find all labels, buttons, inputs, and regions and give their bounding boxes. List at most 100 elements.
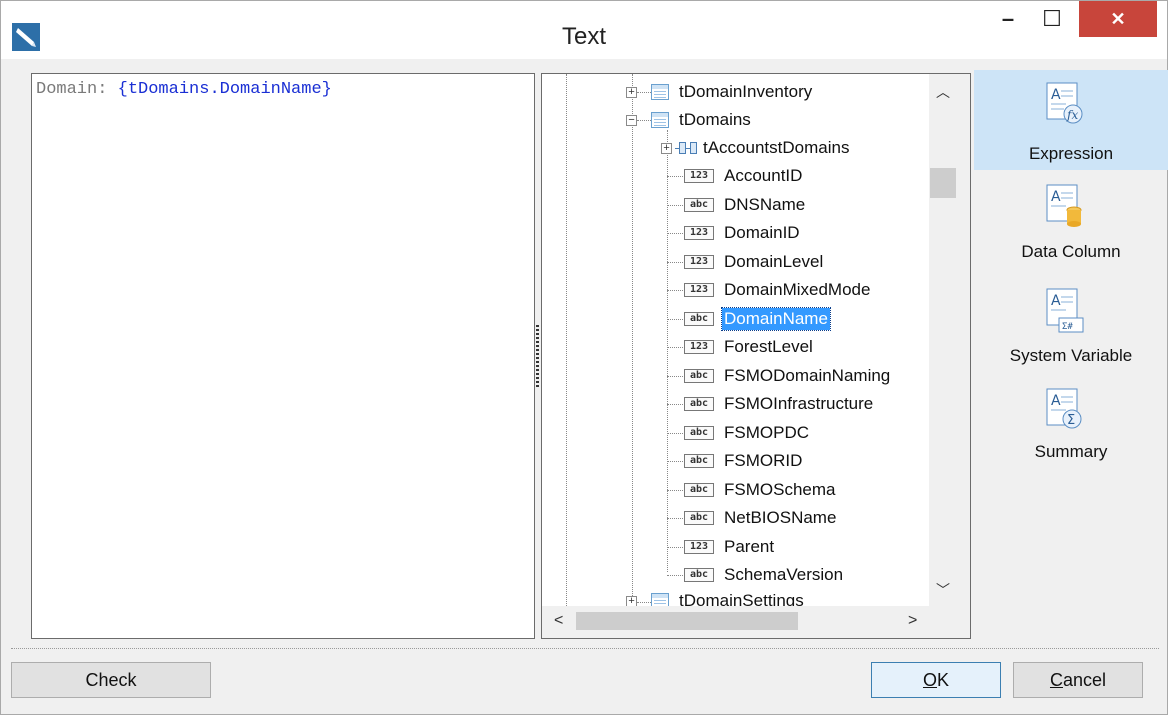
vertical-scrollbar[interactable]: ︿ ﹀ <box>929 74 970 606</box>
scroll-left-icon[interactable]: < <box>554 612 563 630</box>
tree-line <box>667 204 683 206</box>
minimize-button[interactable]: – <box>987 1 1029 37</box>
horizontal-scrollbar[interactable]: < > <box>542 606 970 638</box>
text-field-icon: abc <box>684 568 714 582</box>
scroll-down-icon[interactable]: ﹀ <box>936 580 950 600</box>
tree-line <box>667 130 668 572</box>
tree-node-field[interactable]: abc DNSName <box>684 192 807 218</box>
tree-node-table[interactable]: − tDomains <box>626 107 753 133</box>
tree-line <box>667 461 683 462</box>
tree-node-field[interactable]: abc FSMOSchema <box>684 477 837 503</box>
text-field-icon: abc <box>684 482 714 497</box>
tree-node-field[interactable]: 123 DomainID <box>684 220 802 246</box>
tree-node-field[interactable]: abc NetBIOSName <box>684 505 838 531</box>
tree-line <box>667 318 683 320</box>
collapse-icon[interactable]: − <box>626 114 637 126</box>
sidebar-item-label: Expression <box>1028 144 1114 163</box>
close-button[interactable]: ✕ <box>1079 1 1157 37</box>
tree-line <box>667 176 683 177</box>
svg-text:A: A <box>1051 293 1061 309</box>
svg-text:A: A <box>1051 393 1061 409</box>
splitter-grip-icon[interactable] <box>536 325 539 387</box>
tree-node-label: Parent <box>724 536 775 556</box>
tree-node-field[interactable]: abc FSMORID <box>684 448 804 474</box>
tree-node-field[interactable]: 123 Parent <box>684 534 776 560</box>
sidebar-item-expression[interactable]: A fx Expression <box>974 70 1168 170</box>
text-field-icon: abc <box>684 197 714 212</box>
tree-line <box>667 375 683 377</box>
vertical-scroll-thumb[interactable] <box>930 168 956 198</box>
expression-icon: A fx <box>1046 82 1084 126</box>
tree-node-label: tDomains <box>679 110 751 129</box>
expand-icon[interactable]: + <box>626 595 637 606</box>
summary-icon: A Σ <box>1046 388 1084 432</box>
maximize-icon: ☐ <box>1042 6 1062 31</box>
tree-node-label: FSMOSchema <box>724 479 836 499</box>
text-dialog: Text – ☐ ✕ Domain: {tDomains.DomainName}… <box>0 0 1168 715</box>
check-button[interactable]: Check <box>11 662 211 698</box>
tree-line <box>667 290 683 291</box>
text-field-icon: abc <box>684 425 714 440</box>
tree-node-field[interactable]: abc SchemaVersion <box>684 562 845 588</box>
expand-icon[interactable]: + <box>661 142 672 154</box>
minimize-icon: – <box>1001 6 1015 31</box>
tree-line <box>667 404 683 405</box>
scroll-up-icon[interactable]: ︿ <box>936 82 950 102</box>
tree-line <box>667 575 683 576</box>
cancel-button-label: Cancel <box>1049 669 1107 690</box>
tree-node-label: tDomainInventory <box>679 82 813 101</box>
close-icon: ✕ <box>1110 8 1126 29</box>
tree-node-field[interactable]: abc FSMODomainNaming <box>684 363 892 389</box>
numeric-field-icon: 123 <box>684 169 714 183</box>
expression-label: Domain: <box>36 80 108 99</box>
expression-text[interactable]: Domain: {tDomains.DomainName} <box>36 80 332 99</box>
sidebar-item-system-variable[interactable]: A Σ# System Variable <box>974 280 1168 380</box>
insert-type-sidebar: A fx Expression A Data Column A Σ# Syste… <box>974 70 1168 640</box>
maximize-button[interactable]: ☐ <box>1031 1 1073 37</box>
tree-line <box>667 261 683 263</box>
cancel-button[interactable]: Cancel <box>1013 662 1143 698</box>
numeric-field-icon: 123 <box>684 539 714 554</box>
sidebar-item-label: Summary <box>1034 442 1108 461</box>
tree-line <box>667 233 683 234</box>
tree-line <box>566 74 567 606</box>
tree-node-table[interactable]: + tDomainInventory <box>626 79 814 105</box>
ok-button[interactable]: OK <box>871 662 1001 698</box>
tree-node-field[interactable]: 123 DomainMixedMode <box>684 277 872 303</box>
tree-node-field[interactable]: 123 ForestLevel <box>684 334 815 360</box>
expression-editor[interactable]: Domain: {tDomains.DomainName} <box>31 73 535 639</box>
numeric-field-icon: 123 <box>684 226 714 240</box>
tree-node-label: DomainLevel <box>724 251 824 271</box>
sidebar-item-summary[interactable]: A Σ Summary <box>974 382 1168 478</box>
tree-node-label: DNSName <box>724 194 806 214</box>
tree-line <box>667 518 683 519</box>
data-tree-panel: + tDomainInventory − tDomains + tAccount… <box>541 73 971 639</box>
tree-line <box>632 74 633 606</box>
tree-node-field[interactable]: 123 AccountID <box>684 163 804 189</box>
tree-node-label: FSMOPDC <box>724 422 809 442</box>
tree-line <box>667 489 683 491</box>
tree-node-label: FSMORID <box>724 451 803 470</box>
tree-node-label: tDomainSettings <box>679 591 804 606</box>
tree-node-label: DomainID <box>724 223 800 242</box>
tree-line <box>667 347 683 348</box>
tree-node-table[interactable]: + tDomainSettings <box>626 588 806 606</box>
tree-line <box>667 432 683 434</box>
tree-node-relation[interactable]: + tAccountstDomains <box>661 135 851 161</box>
footer-divider <box>11 648 1159 649</box>
tree-node-field[interactable]: abc FSMOPDC <box>684 420 811 446</box>
sidebar-item-data-column[interactable]: A Data Column <box>974 178 1168 274</box>
tree-node-field[interactable]: abc DomainName <box>684 306 831 332</box>
scroll-right-icon[interactable]: > <box>908 612 917 630</box>
tree-node-label: DomainMixedMode <box>724 280 871 299</box>
table-icon <box>651 112 669 128</box>
tree-node-label: ForestLevel <box>724 337 813 356</box>
numeric-field-icon: 123 <box>684 283 714 297</box>
expand-icon[interactable]: + <box>626 86 637 98</box>
svg-text:A: A <box>1051 189 1061 205</box>
horizontal-scroll-thumb[interactable] <box>576 612 798 630</box>
tree-node-field[interactable]: 123 DomainLevel <box>684 249 825 275</box>
text-field-icon: abc <box>684 397 714 411</box>
check-button-label: Check <box>85 669 137 690</box>
tree-node-field[interactable]: abc FSMOInfrastructure <box>684 391 875 417</box>
